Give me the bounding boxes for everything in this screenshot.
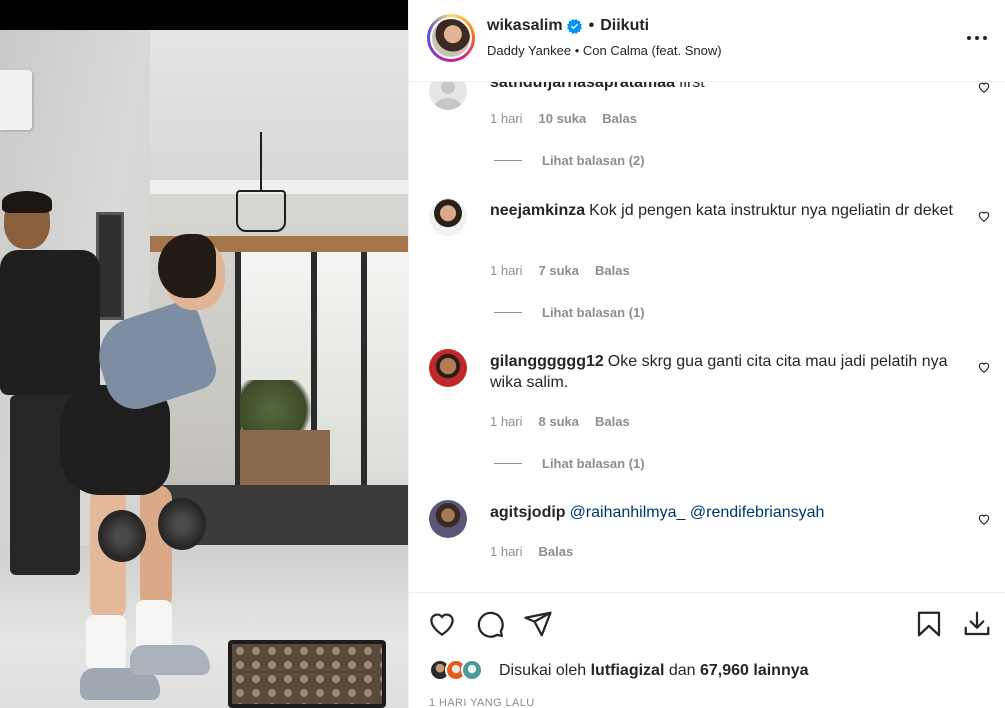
pendant-lamp [236, 190, 286, 232]
liker-username[interactable]: lutfiagizal [591, 662, 665, 679]
dumbbell [158, 498, 206, 550]
follow-status[interactable]: Diikuti [600, 17, 649, 35]
author-username[interactable]: wikasalim [487, 17, 563, 35]
mention-link[interactable]: @rendifebriansyah [690, 504, 825, 521]
comment-likes[interactable]: 8 suka [539, 414, 579, 429]
likes-count[interactable]: 67,960 lainnya [700, 662, 809, 679]
comment-meta: 1 hari 8 suka Balas [490, 414, 646, 429]
comment-icon[interactable] [475, 609, 505, 639]
author-avatar[interactable] [427, 14, 475, 62]
pebble-mat [228, 640, 386, 708]
likes-text: Disukai oleh lutfiagizal dan 67,960 lain… [499, 662, 809, 679]
mention-link[interactable]: @raihanhilmya_ [570, 504, 686, 521]
comment-time: 1 hari [490, 111, 523, 126]
comment-text: sathdufjarhasapratamaa first [490, 82, 970, 93]
comment-username[interactable]: agitsjodip [490, 504, 566, 521]
comment-time: 1 hari [490, 263, 523, 278]
comment-time: 1 hari [490, 414, 523, 429]
reply-button[interactable]: Balas [595, 263, 630, 278]
video-frame [0, 30, 408, 708]
comment-text: neejamkinza Kok jd pengen kata instruktur… [490, 202, 953, 219]
comment-heart-icon[interactable] [977, 82, 991, 94]
commenter-avatar[interactable] [429, 82, 467, 110]
comment-username[interactable]: neejamkinza [490, 202, 585, 219]
bookmark-icon[interactable] [914, 609, 944, 639]
comment-heart-icon[interactable] [977, 512, 991, 526]
view-replies[interactable]: Lihat balasan (1) [494, 305, 645, 320]
comment-meta: 1 hari 10 suka Balas [490, 111, 653, 126]
verified-badge-icon [566, 18, 582, 34]
reply-button[interactable]: Balas [539, 544, 574, 559]
download-icon[interactable] [962, 609, 992, 639]
comment-time: 1 hari [490, 544, 523, 559]
reply-button[interactable]: Balas [595, 414, 630, 429]
dumbbell [98, 510, 146, 562]
comment-likes[interactable]: 10 suka [539, 111, 587, 126]
liker-avatars[interactable] [429, 659, 493, 683]
woman-figure [60, 234, 260, 700]
post-timestamp[interactable]: 1 HARI YANG LALU [429, 697, 535, 708]
more-options-icon[interactable] [964, 26, 990, 50]
comment-text: gilangggggg12 Oke skrg gua ganti cita cit… [490, 353, 948, 391]
reply-button[interactable]: Balas [602, 111, 637, 126]
commenter-avatar[interactable] [429, 349, 467, 387]
commenter-avatar[interactable] [429, 198, 467, 236]
post-actions: Disukai oleh lutfiagizal dan 67,960 lain… [409, 592, 1005, 708]
comment-likes[interactable]: 7 suka [539, 263, 579, 278]
comment-meta: 1 hari Balas [490, 544, 589, 559]
share-icon[interactable] [523, 609, 553, 639]
comment-username[interactable]: sathdufjarhasapratamaa [490, 82, 675, 91]
header-separator: • [588, 17, 595, 34]
comment-heart-icon[interactable] [977, 209, 991, 223]
post-media[interactable] [0, 0, 408, 708]
comment-meta: 1 hari 7 suka Balas [490, 263, 646, 278]
comment-username[interactable]: gilangggggg12 [490, 353, 604, 370]
air-conditioner [0, 70, 32, 130]
comments-list[interactable]: sathdufjarhasapratamaa first 1 hari 10 su… [409, 82, 1005, 592]
view-replies[interactable]: Lihat balasan (2) [494, 153, 645, 168]
audio-track-link[interactable]: Daddy Yankee • Con Calma (feat. Snow) [487, 43, 722, 58]
comment-text: agitsjodip @raihanhilmya_ @rendifebriansy… [490, 502, 970, 523]
comment-heart-icon[interactable] [977, 360, 991, 374]
likes-summary: Disukai oleh lutfiagizal dan 67,960 lain… [429, 659, 809, 683]
heart-icon[interactable] [427, 609, 457, 639]
post-side-panel: wikasalim • Diikuti Daddy Yankee • Con C… [408, 0, 1005, 708]
view-replies[interactable]: Lihat balasan (1) [494, 456, 645, 471]
post-header: wikasalim • Diikuti Daddy Yankee • Con C… [409, 0, 1005, 82]
commenter-avatar[interactable] [429, 500, 467, 538]
